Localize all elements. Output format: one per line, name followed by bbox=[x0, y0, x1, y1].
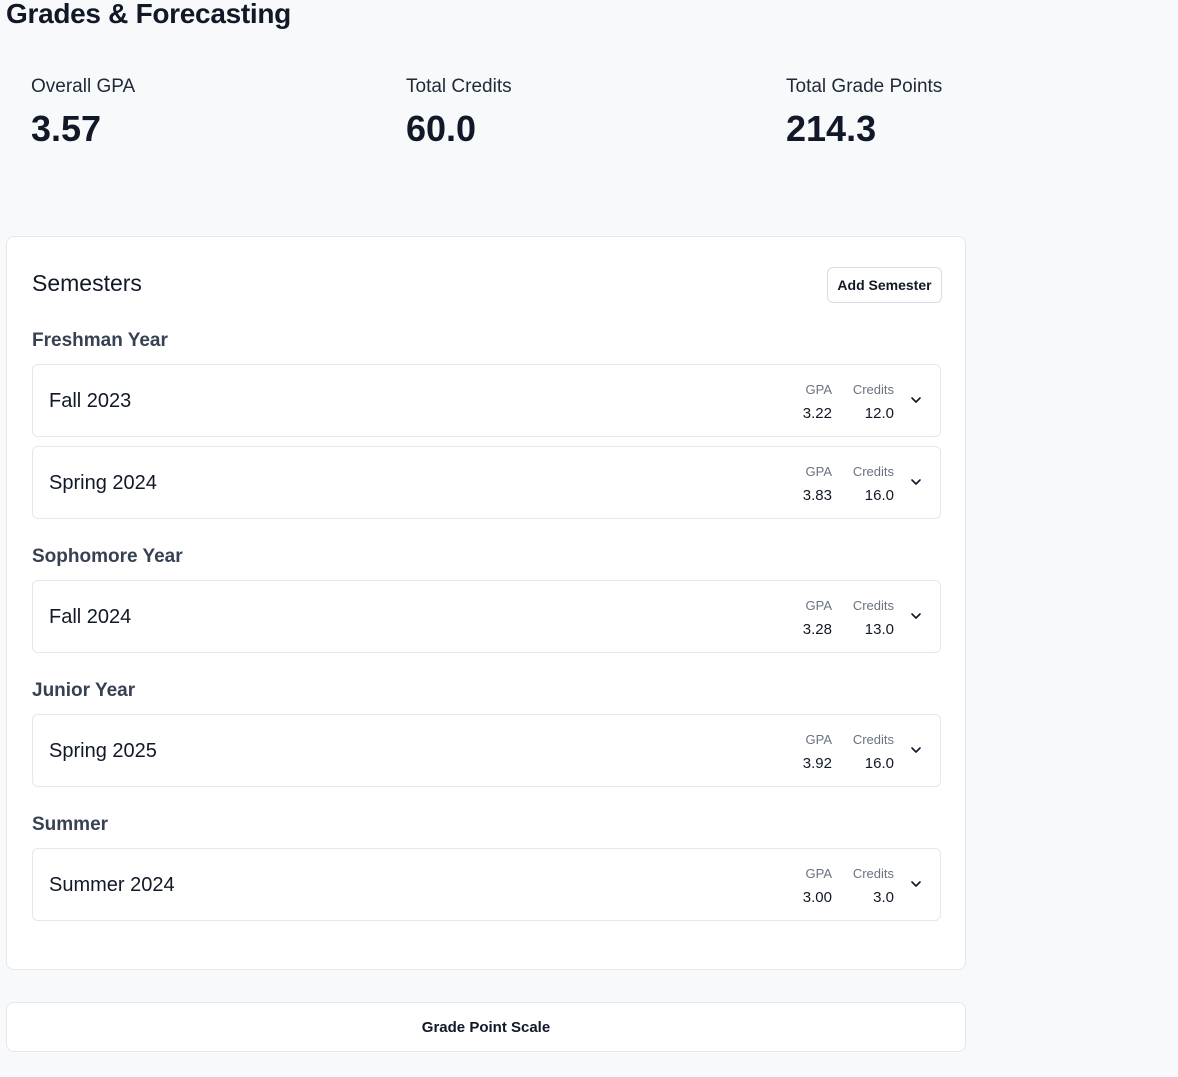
credits-value: 3.0 bbox=[873, 889, 894, 906]
semester-name: Summer 2024 bbox=[49, 874, 175, 896]
page-title: Grades & Forecasting bbox=[6, 0, 291, 29]
semester-gpa: GPA 3.22 bbox=[803, 382, 832, 422]
year-heading: Sophomore Year bbox=[32, 546, 183, 567]
add-semester-button[interactable]: Add Semester bbox=[827, 267, 942, 303]
semester-row-spring-2025[interactable]: Spring 2025 GPA 3.92 Credits 16.0 bbox=[32, 714, 941, 787]
gpa-value: 3.28 bbox=[802, 621, 832, 638]
chevron-down-icon[interactable] bbox=[908, 474, 924, 490]
semester-name: Fall 2024 bbox=[49, 606, 132, 628]
chevron-down-icon[interactable] bbox=[908, 392, 924, 408]
credits-value: 16.0 bbox=[864, 487, 894, 504]
semester-row-summer-2024[interactable]: Summer 2024 GPA 3.00 Credits 3.0 bbox=[32, 848, 941, 921]
gpa-value: 3.00 bbox=[802, 889, 832, 906]
semester-name: Spring 2025 bbox=[49, 740, 157, 762]
semester-name: Spring 2024 bbox=[49, 472, 157, 494]
semester-credits: Credits 3.0 bbox=[853, 866, 894, 906]
stat-label: Total Credits bbox=[406, 76, 512, 97]
semester-credits: Credits 13.0 bbox=[853, 598, 894, 638]
year-heading: Summer bbox=[32, 814, 109, 835]
gpa-label: GPA bbox=[805, 732, 833, 747]
chevron-down-icon[interactable] bbox=[908, 876, 924, 892]
year-heading: Junior Year bbox=[32, 680, 136, 701]
semester-credits: Credits 12.0 bbox=[853, 382, 894, 422]
chevron-down-icon[interactable] bbox=[908, 742, 924, 758]
semester-gpa: GPA 3.00 bbox=[803, 866, 832, 906]
gpa-label: GPA bbox=[805, 598, 833, 613]
credits-label: Credits bbox=[852, 732, 894, 747]
semester-credits: Credits 16.0 bbox=[853, 464, 894, 504]
semester-row-fall-2024[interactable]: Fall 2024 GPA 3.28 Credits 13.0 bbox=[32, 580, 941, 653]
semesters-card: Semesters Add Semester Freshman Year Fal… bbox=[6, 236, 966, 970]
semester-credits: Credits 16.0 bbox=[853, 732, 894, 772]
stat-overall-gpa: Overall GPA 3.57 bbox=[31, 76, 135, 150]
gpa-value: 3.22 bbox=[802, 405, 832, 422]
semester-gpa: GPA 3.28 bbox=[803, 598, 832, 638]
stat-label: Total Grade Points bbox=[786, 76, 943, 97]
stat-value: 3.57 bbox=[31, 108, 102, 149]
gpa-label: GPA bbox=[805, 464, 833, 479]
chevron-down-icon[interactable] bbox=[908, 608, 924, 624]
gpa-label: GPA bbox=[805, 866, 833, 881]
stat-value: 214.3 bbox=[786, 108, 877, 149]
gpa-label: GPA bbox=[805, 382, 833, 397]
semester-name: Fall 2023 bbox=[49, 390, 132, 412]
gpa-value: 3.92 bbox=[802, 755, 832, 772]
credits-label: Credits bbox=[852, 464, 894, 479]
grade-point-scale-button[interactable]: Grade Point Scale bbox=[6, 1002, 966, 1052]
stat-value: 60.0 bbox=[406, 108, 477, 149]
semester-row-spring-2024[interactable]: Spring 2024 GPA 3.83 Credits 16.0 bbox=[32, 446, 941, 519]
stat-label: Overall GPA bbox=[31, 76, 136, 97]
year-heading: Freshman Year bbox=[32, 330, 168, 351]
credits-value: 16.0 bbox=[864, 755, 894, 772]
credits-value: 12.0 bbox=[864, 405, 894, 422]
credits-value: 13.0 bbox=[864, 621, 894, 638]
stat-total-credits: Total Credits 60.0 bbox=[406, 76, 512, 150]
semester-gpa: GPA 3.83 bbox=[803, 464, 832, 504]
gpa-value: 3.83 bbox=[802, 487, 832, 504]
semesters-title: Semesters bbox=[32, 270, 142, 296]
credits-label: Credits bbox=[852, 598, 894, 613]
credits-label: Credits bbox=[852, 866, 894, 881]
semester-row-fall-2023[interactable]: Fall 2023 GPA 3.22 Credits 12.0 bbox=[32, 364, 941, 437]
credits-label: Credits bbox=[852, 382, 894, 397]
semester-gpa: GPA 3.92 bbox=[803, 732, 832, 772]
stat-total-grade-points: Total Grade Points 214.3 bbox=[786, 76, 942, 150]
